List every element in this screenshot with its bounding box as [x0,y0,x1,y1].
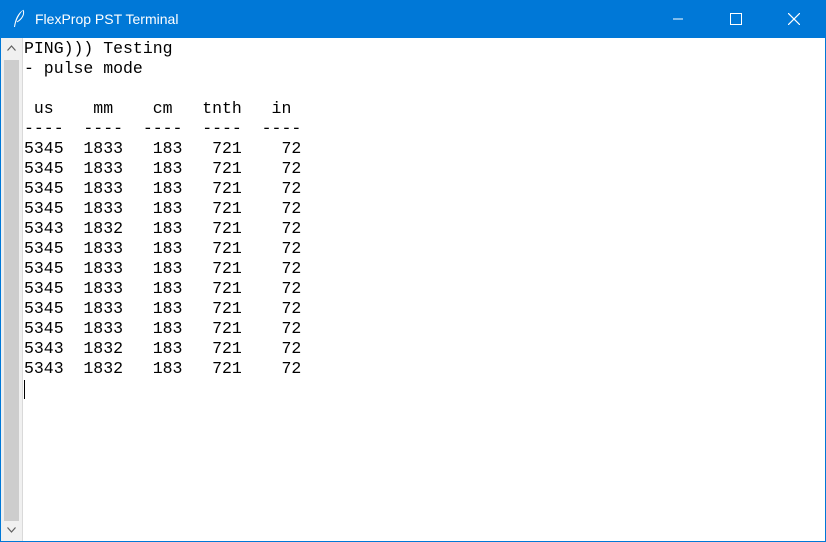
terminal-line: us mm cm tnth in [24,99,292,118]
terminal-line: 5345 1833 183 721 72 [24,319,302,338]
terminal-line: ---- ---- ---- ---- ---- [24,119,302,138]
terminal-line: 5345 1833 183 721 72 [24,159,302,178]
terminal-line: - pulse mode [24,59,143,78]
scroll-up-button[interactable] [1,40,22,57]
text-cursor [24,380,25,399]
terminal-line: 5343 1832 183 721 72 [24,339,302,358]
maximize-button[interactable] [713,0,759,38]
vertical-scrollbar[interactable] [1,38,23,541]
terminal-line: 5345 1833 183 721 72 [24,199,302,218]
terminal-line: 5345 1833 183 721 72 [24,139,302,158]
scrollbar-thumb[interactable] [4,60,19,521]
terminal-line: 5345 1833 183 721 72 [24,279,302,298]
chevron-down-icon [7,527,16,533]
minimize-icon [673,18,683,20]
chevron-up-icon [7,45,16,51]
close-button[interactable] [771,0,817,38]
close-icon [788,13,800,25]
minimize-button[interactable] [655,0,701,38]
maximize-icon [730,13,742,25]
feather-icon [10,9,28,29]
terminal-line: 5345 1833 183 721 72 [24,299,302,318]
terminal-line: 5345 1833 183 721 72 [24,239,302,258]
scroll-down-button[interactable] [1,522,22,539]
terminal-line: 5343 1832 183 721 72 [24,359,302,378]
terminal-output[interactable]: PING))) Testing - pulse mode us mm cm tn… [23,38,824,541]
terminal-line: PING))) Testing [24,39,173,58]
terminal-line: 5345 1833 183 721 72 [24,259,302,278]
terminal-line: 5345 1833 183 721 72 [24,179,302,198]
terminal-line: 5343 1832 183 721 72 [24,219,302,238]
title-bar[interactable]: FlexProp PST Terminal [0,0,826,38]
window-title: FlexProp PST Terminal [35,11,179,27]
